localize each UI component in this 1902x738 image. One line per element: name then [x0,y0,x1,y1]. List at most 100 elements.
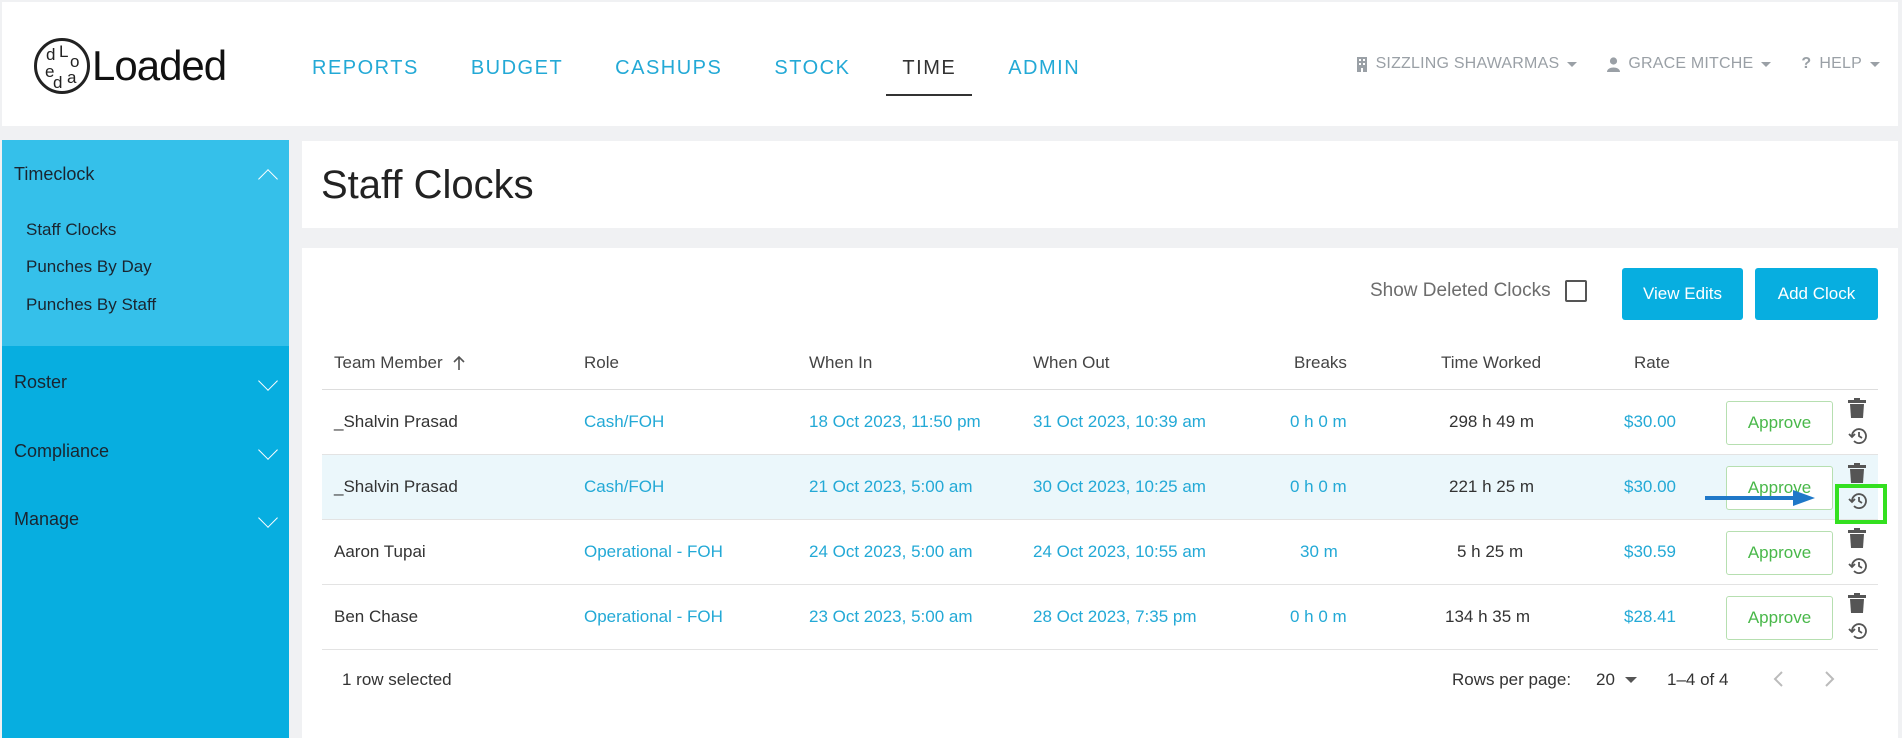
cell-role[interactable]: Cash/FOH [584,455,664,519]
nav-time[interactable]: TIME [876,2,982,126]
column-header-role[interactable]: Role [584,354,619,372]
cell-breaks[interactable]: 0 h 0 m [1290,455,1347,519]
cell-when-out[interactable]: 31 Oct 2023, 10:39 am [1033,390,1206,454]
table-row[interactable]: Ben Chase Operational - FOH 23 Oct 2023,… [322,585,1878,650]
cell-when-in[interactable]: 21 Oct 2023, 5:00 am [809,455,973,519]
sidebar-item-staff-clocks[interactable]: Staff Clocks [26,220,116,240]
column-header-when-out[interactable]: When Out [1033,354,1110,372]
table-row[interactable]: _Shalvin Prasad Cash/FOH 18 Oct 2023, 11… [322,390,1878,455]
chevron-up-icon[interactable] [258,169,278,189]
show-deleted-checkbox[interactable] [1564,280,1587,302]
arrow-up-icon[interactable] [451,355,467,371]
sidebar-item-punches-by-day[interactable]: Punches By Day [26,257,152,277]
table-row[interactable]: Aaron Tupai Operational - FOH 24 Oct 202… [322,520,1878,585]
annotation-arrow-icon [1705,490,1815,506]
top-bar: d L o e d a Loaded REPORTS BUDGET CASHUP… [2,2,1898,126]
trash-icon[interactable] [1848,593,1866,613]
sidebar-section-compliance[interactable]: Compliance [14,441,109,462]
sidebar: Timeclock Staff Clocks Punches By Day Pu… [2,140,289,738]
cell-team-member: Aaron Tupai [334,542,426,561]
nav-admin[interactable]: ADMIN [982,2,1106,126]
sidebar-section-timeclock: Timeclock Staff Clocks Punches By Day Pu… [2,140,289,346]
selection-status: 1 row selected [342,670,452,689]
question-icon: ? [1801,55,1812,72]
column-header-time-worked[interactable]: Time Worked [1441,354,1541,372]
cell-time-worked: 134 h 35 m [1445,607,1531,626]
page-header: Staff Clocks [302,141,1898,228]
store-selector[interactable]: SIZZLING SHAWARMAS [1356,55,1578,73]
chevron-right-icon[interactable] [1818,668,1840,690]
cell-rate[interactable]: $30.00 [1624,390,1676,454]
cell-when-out[interactable]: 28 Oct 2023, 7:35 pm [1033,585,1197,649]
logo-text: Loaded [92,42,227,89]
cell-when-in[interactable]: 24 Oct 2023, 5:00 am [809,520,973,584]
history-icon[interactable] [1847,425,1869,447]
table-footer: 1 row selected Rows per page: 20 1–4 of … [322,650,1878,710]
sidebar-item-punches-by-staff[interactable]: Punches By Staff [26,295,156,315]
column-header-when-in[interactable]: When In [809,354,872,372]
chevron-down-icon [1761,61,1772,67]
cell-role[interactable]: Operational - FOH [584,520,723,584]
show-deleted-label: Show Deleted Clocks [1370,280,1551,301]
show-deleted-toggle: Show Deleted Clocks [1370,280,1587,302]
cell-when-in[interactable]: 18 Oct 2023, 11:50 pm [809,390,981,454]
store-name: SIZZLING SHAWARMAS [1375,55,1560,72]
nav-reports[interactable]: REPORTS [286,2,445,126]
chevron-down-icon[interactable] [258,371,278,391]
cell-when-out[interactable]: 24 Oct 2023, 10:55 am [1033,520,1206,584]
sidebar-section-roster[interactable]: Roster [14,372,67,393]
history-icon[interactable] [1847,620,1869,642]
cell-breaks[interactable]: 0 h 0 m [1290,390,1347,454]
cell-role[interactable]: Cash/FOH [584,390,664,454]
help-label: HELP [1819,55,1862,72]
cell-when-in[interactable]: 23 Oct 2023, 5:00 am [809,585,973,649]
chevron-down-icon [1624,677,1637,683]
cell-when-out[interactable]: 30 Oct 2023, 10:25 am [1033,455,1206,519]
trash-icon[interactable] [1848,463,1866,483]
column-header-label: Team Member [334,353,443,372]
sidebar-section-title[interactable]: Timeclock [14,164,94,185]
chevron-down-icon[interactable] [258,440,278,460]
approve-button[interactable]: Approve [1726,401,1833,445]
nav-budget[interactable]: BUDGET [445,2,589,126]
column-header-rate[interactable]: Rate [1634,354,1670,372]
logo[interactable]: d L o e d a Loaded [34,38,227,94]
user-icon [1607,56,1621,72]
rows-per-page-value: 20 [1596,670,1615,689]
cell-team-member: Ben Chase [334,607,419,626]
view-edits-button[interactable]: View Edits [1622,268,1743,320]
cell-time-worked: 221 h 25 m [1449,477,1535,496]
chevron-left-icon[interactable] [1768,668,1790,690]
user-menu[interactable]: GRACE MITCHE [1607,55,1772,73]
cell-team-member: _Shalvin Prasad [334,477,458,496]
cell-rate[interactable]: $28.41 [1624,585,1676,649]
trash-icon[interactable] [1848,528,1866,548]
history-icon[interactable] [1847,555,1869,577]
cell-rate[interactable]: $30.59 [1624,520,1676,584]
cell-time-worked: 298 h 49 m [1449,412,1535,431]
cell-role[interactable]: Operational - FOH [584,585,723,649]
nav-cashups[interactable]: CASHUPS [589,2,748,126]
sidebar-section-manage[interactable]: Manage [14,509,79,530]
cell-breaks[interactable]: 0 h 0 m [1290,585,1347,649]
add-clock-button[interactable]: Add Clock [1755,268,1878,320]
cell-rate[interactable]: $30.00 [1624,455,1676,519]
trash-icon[interactable] [1848,398,1866,418]
chevron-down-icon[interactable] [258,508,278,528]
user-name: GRACE MITCHE [1628,55,1754,72]
approve-button[interactable]: Approve [1726,531,1833,575]
chevron-down-icon [1870,61,1880,67]
column-header-breaks[interactable]: Breaks [1294,354,1347,372]
main-nav: REPORTS BUDGET CASHUPS STOCK TIME ADMIN [286,2,1106,126]
column-header-team-member[interactable]: Team Member [334,354,467,372]
rows-per-page-select[interactable]: 20 [1596,670,1637,690]
nav-stock[interactable]: STOCK [748,2,876,126]
table-row[interactable]: _Shalvin Prasad Cash/FOH 21 Oct 2023, 5:… [322,455,1878,520]
cell-breaks[interactable]: 30 m [1300,520,1338,584]
help-menu[interactable]: ? HELP [1801,55,1880,73]
page-title: Staff Clocks [321,163,534,207]
approve-button[interactable]: Approve [1726,596,1833,640]
logo-letter: L [59,42,69,61]
logo-mark: d L o e d a [34,38,90,94]
logo-letter: a [67,68,77,87]
